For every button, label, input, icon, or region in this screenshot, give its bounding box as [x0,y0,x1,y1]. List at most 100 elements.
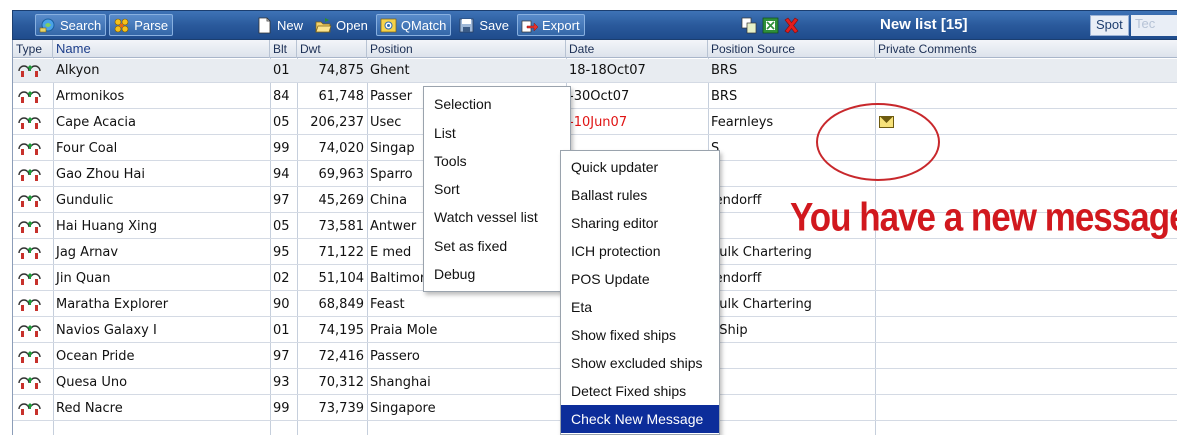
search-button-label: Search [60,17,102,33]
cell-dwt: 68,849 [318,297,365,312]
cell-position: Ghent [370,63,410,78]
ship-status-icon [17,62,42,79]
cell-dwt: 74,875 [318,63,365,78]
cell-blt: 95 [273,245,290,260]
submenu-item[interactable]: Show fixed ships [561,321,719,349]
excel-button[interactable] [760,14,781,36]
column-date[interactable]: Date [566,40,708,58]
cell-blt: 05 [273,115,290,130]
context-menu-item[interactable]: Set as fixed [424,232,570,260]
cell-blt: 01 [273,63,290,78]
copy-button[interactable] [739,14,760,36]
column-name[interactable]: Name [53,40,270,58]
context-menu-item[interactable]: Sort [424,175,570,203]
cell-dwt: 61,748 [318,89,365,104]
cell-blt: 90 [273,297,290,312]
highlight-circle [816,103,940,181]
ship-status-icon [17,244,42,261]
cell-name: Hai Huang Xing [56,219,158,234]
cell-dwt: 74,020 [318,141,365,156]
ship-status-icon [17,270,42,287]
cell-name: Gao Zhou Hai [56,167,145,182]
ship-status-icon [17,374,42,391]
cell-position-source: S [708,397,875,420]
submenu-item[interactable]: Detect Fixed ships [561,377,719,405]
context-menu-item[interactable]: List [424,119,570,147]
cell-blt: 99 [273,401,290,416]
cell-dwt: 73,739 [318,401,365,416]
tools-submenu: Quick updater Ballast rules Sharing editor… [560,150,720,435]
ship-status-icon [17,322,42,339]
cell-dwt: 206,237 [310,115,364,130]
export-button[interactable]: Export [516,14,585,36]
cell-name: Alkyon [56,63,100,78]
tab-tec[interactable]: Tec [1131,15,1177,36]
parse-button[interactable]: Parse [109,14,174,36]
excel-icon [762,17,779,34]
toolbar-file-group: New Open QMatch Save Export [253,14,585,36]
delete-icon [783,17,800,34]
export-icon [521,17,539,34]
export-button-label: Export [541,17,580,33]
column-private-comments[interactable]: Private Comments [875,40,1177,58]
cell-dwt: 74,195 [318,323,365,338]
column-dwt[interactable]: Dwt [297,40,367,58]
cell-position-source: bulk Chartering [711,297,812,312]
cell-blt: 94 [273,167,290,182]
grid-header: Type Name Blt Dwt Position Date Position… [13,40,1177,58]
search-icon [39,17,56,34]
cell-position-source: S [708,371,875,394]
submenu-item[interactable]: POS Update [561,265,719,293]
new-button[interactable]: New [253,14,307,36]
column-position[interactable]: Position [367,40,566,58]
cell-blt: 99 [273,141,290,156]
context-menu-item[interactable]: Tools [424,147,570,175]
submenu-item[interactable]: Ballast rules [561,181,719,209]
cell-blt: 02 [273,271,290,286]
cell-blt: 01 [273,323,290,338]
cell-dwt: 72,416 [318,349,365,364]
cell-position-source: S [708,345,875,368]
delete-button[interactable] [781,14,802,36]
ship-status-icon [17,296,42,313]
toolbar-utility-group [739,14,802,36]
cell-name: Armonikos [56,89,125,104]
cell-position-source: BRS [711,89,738,104]
qmatch-button[interactable]: QMatch [375,14,452,36]
save-button[interactable]: Save [455,14,513,36]
context-menu-item[interactable]: Debug [424,260,570,288]
table-row[interactable]: Cape Acacia 05 206,237 Usec -10Jun07 Fearnley… [13,111,1177,135]
submenu-item[interactable]: ICH protection [561,237,719,265]
table-row[interactable]: Armonikos 84 61,748 Passer -30Oct07 BRS [13,85,1177,109]
open-button-label: Open [336,17,368,33]
column-type[interactable]: Type [13,40,53,58]
new-document-icon [256,17,273,34]
context-menu-item[interactable]: Selection [424,90,570,118]
submenu-item[interactable]: Quick updater [561,153,719,181]
column-position-source[interactable]: Position Source [708,40,875,58]
context-menu-item[interactable]: Watch vessel list [424,203,570,231]
open-folder-icon [315,17,332,34]
submenu-item[interactable]: Sharing editor [561,209,719,237]
cell-position: Passero [370,349,420,364]
cell-name: Gundulic [56,193,114,208]
cell-position: Shanghai [370,375,431,390]
ship-status-icon [17,218,42,235]
search-button[interactable]: Search [35,14,107,36]
ship-status-icon [17,114,42,131]
cell-position: Singapore [370,401,436,416]
table-row[interactable]: Alkyon 01 74,875 Ghent 18-18Oct07 BRS [13,59,1177,83]
cell-position-source: lendorff [711,271,762,286]
tab-spot[interactable]: Spot [1090,15,1129,36]
copy-icon [741,17,758,34]
submenu-item[interactable]: Eta [561,293,719,321]
parse-button-label: Parse [134,17,169,33]
column-blt[interactable]: Blt [270,40,297,58]
submenu-item[interactable]: Show excluded ships [561,349,719,377]
toolbar-left-group: Search Parse [35,14,174,36]
cell-name: Jag Arnav [56,245,119,260]
qmatch-icon [380,17,397,34]
open-button[interactable]: Open [312,14,372,36]
submenu-item[interactable]: Check New Message [561,405,719,433]
cell-position-source: BRS [711,63,738,78]
